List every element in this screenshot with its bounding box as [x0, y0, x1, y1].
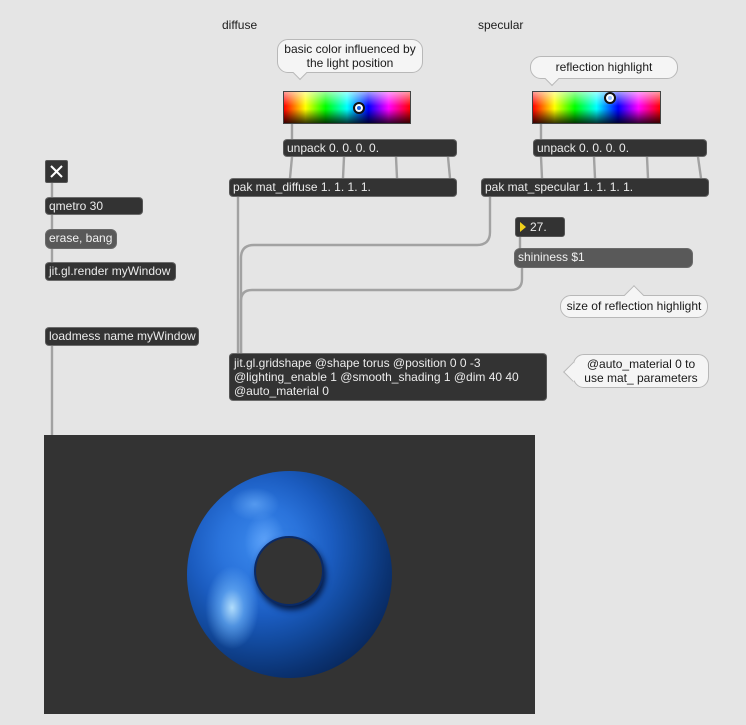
jit-gl-gridshape-object[interactable]: jit.gl.gridshape @shape torus @position …	[229, 353, 547, 401]
patch-cord	[645, 155, 650, 180]
pak-specular-object[interactable]: pak mat_specular 1. 1. 1. 1.	[481, 178, 709, 197]
unpack-specular-object[interactable]: unpack 0. 0. 0. 0.	[533, 139, 707, 157]
patch-cord	[592, 155, 597, 180]
patch-cord	[341, 155, 346, 180]
comment-text: @auto_material 0 to use mat_ parameters	[584, 357, 698, 385]
color-swatch-specular[interactable]	[532, 91, 661, 124]
comment-text: reflection highlight	[555, 60, 653, 74]
torus-hole	[256, 538, 322, 604]
triangle-icon	[520, 222, 526, 232]
shininess-message[interactable]: shininess $1	[514, 248, 693, 268]
number-value: 27.	[530, 220, 547, 234]
comment-diffuse-color: basic color influenced by the light posi…	[277, 39, 423, 81]
number-box[interactable]: 27.	[515, 217, 565, 237]
qmetro-object[interactable]: qmetro 30	[45, 197, 143, 215]
swatch-knob[interactable]	[352, 101, 365, 114]
comment-auto-material: @auto_material 0 to use mat_ parameters	[563, 354, 709, 388]
patch-cord	[288, 155, 294, 180]
comment-shininess-size: size of reflection highlight	[560, 285, 708, 318]
erase-bang-message[interactable]: erase, bang	[45, 229, 117, 249]
patch-cord	[239, 195, 492, 355]
toggle[interactable]	[45, 160, 68, 183]
loadmess-object[interactable]: loadmess name myWindow	[45, 327, 199, 346]
patch-cord	[239, 266, 524, 355]
patch-cord	[539, 155, 544, 180]
swatch-knob[interactable]	[603, 91, 616, 104]
comment-text: size of reflection highlight	[566, 299, 702, 313]
unpack-diffuse-object[interactable]: unpack 0. 0. 0. 0.	[283, 139, 457, 157]
patch-cord	[696, 155, 703, 180]
x-icon	[50, 165, 63, 178]
patch-cord	[446, 155, 452, 180]
jit-gl-render-object[interactable]: jit.gl.render myWindow	[45, 262, 176, 281]
comment-reflection-highlight: reflection highlight	[530, 56, 678, 87]
torus-render	[187, 471, 392, 678]
jit-pwindow[interactable]	[44, 435, 535, 714]
comment-text: basic color influenced by the light posi…	[284, 42, 416, 70]
patch-cord	[394, 155, 399, 180]
color-swatch-diffuse[interactable]	[283, 91, 411, 124]
pak-diffuse-object[interactable]: pak mat_diffuse 1. 1. 1. 1.	[229, 178, 457, 197]
